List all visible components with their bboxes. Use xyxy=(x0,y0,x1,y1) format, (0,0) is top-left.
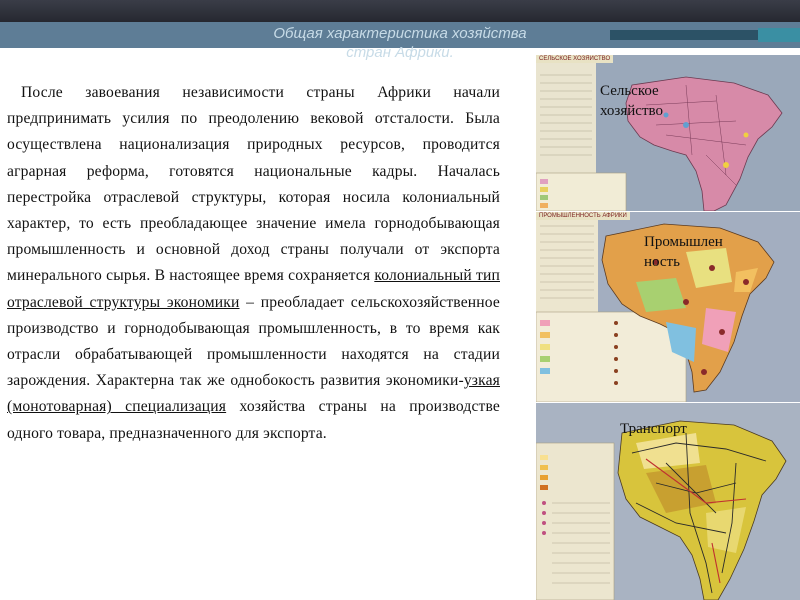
industry-map-label: Промышленность xyxy=(644,234,723,270)
agriculture-map-header: СЕЛЬСКОЕ ХОЗЯЙСТВО xyxy=(536,55,614,63)
body-paragraph: После завоевания независимости страны Аф… xyxy=(7,80,500,447)
agriculture-map-label: Сельское хозяйство xyxy=(600,83,663,119)
slide-title: Общая характеристика хозяйства стран Афр… xyxy=(225,24,575,62)
transport-map: Транспорт xyxy=(536,403,800,600)
transport-map-label: Транспорт xyxy=(620,421,687,437)
industry-map-header: ПРОМЫШЛЕННОСТЬ АФРИКИ xyxy=(536,212,630,220)
slide-title-line1: Общая характеристика хозяйства xyxy=(273,25,527,42)
industry-map: ПРОМЫШЛЕННОСТЬ АФРИКИ Промышленность xyxy=(536,212,800,402)
agriculture-map: СЕЛЬСКОЕ ХОЗЯЙСТВО Сельское хозяйство xyxy=(536,55,800,211)
accent-teal-band xyxy=(758,28,800,42)
body-text: После завоевания независимости страны Аф… xyxy=(7,80,500,447)
top-bar xyxy=(0,0,800,22)
agriculture-map-image xyxy=(536,55,783,211)
body-text-segment-1: После завоевания независимости страны Аф… xyxy=(7,84,500,285)
slide-title-line2: стран Африки. xyxy=(346,44,454,61)
